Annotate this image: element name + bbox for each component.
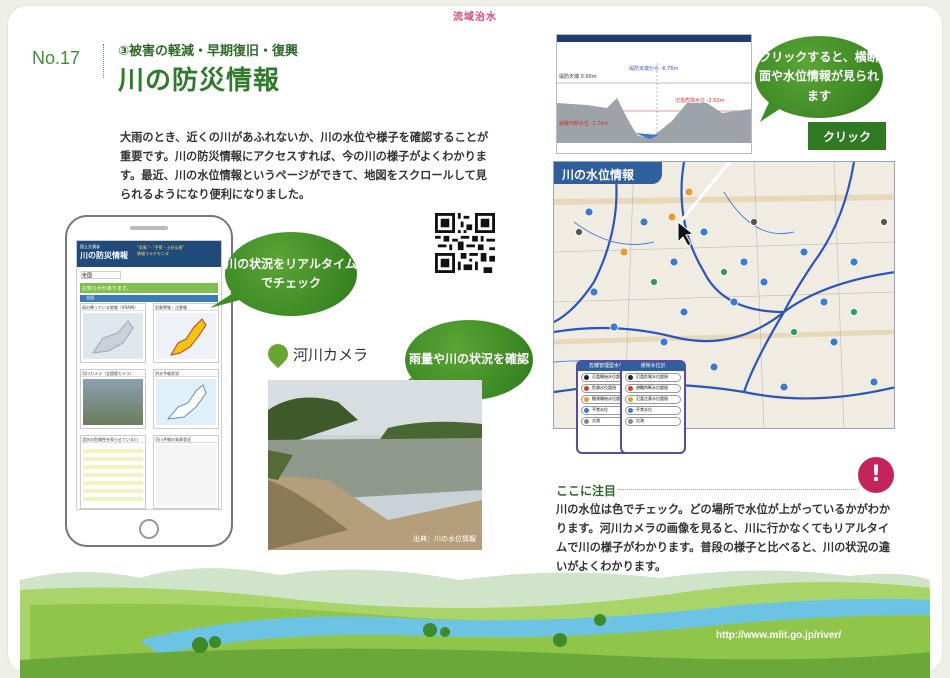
note-divider	[618, 489, 858, 490]
card-list	[156, 445, 216, 505]
card-title: 雨の降っている地域（XRAIN）	[81, 304, 145, 311]
intro-text: 大雨のとき、近くの川があふれないか、川の水位や様子を確認することが重要です。川の…	[120, 131, 489, 201]
bubble-realtime-check: 川の状況をリアルタイムでチェック	[225, 232, 357, 316]
river-camera-photo: 出典：川の水位情報	[268, 380, 482, 550]
qr-code[interactable]	[435, 213, 495, 273]
page-title: 川の防災情報	[118, 66, 281, 96]
photo-credit: 出典：川の水位情報	[413, 535, 476, 543]
card-rain[interactable]: 雨の降っている地域（XRAIN）	[80, 303, 146, 363]
card-title: 洪水予報状況	[154, 370, 218, 377]
region-tab[interactable]: 全国	[80, 295, 218, 302]
landscape-illustration	[20, 568, 930, 678]
card-title: 河川カメラ（全国版カメラ）	[81, 370, 145, 377]
legend-item: 避難判断水位超過	[625, 384, 681, 393]
page-banner: 流域治水	[453, 12, 497, 23]
card-map	[156, 379, 216, 425]
nav-text-2[interactable]: 情報マルチモニタ	[137, 251, 219, 257]
cross-section-screenshot[interactable]: 堤防天端から -6.76m 堤防天端 0.00m 氾濫危険水位 -2.50m 避…	[556, 34, 752, 154]
phone-home-button	[139, 519, 159, 539]
label-right: 氾濫危険水位 -2.50m	[675, 98, 725, 104]
legend-normal-gauge: 通常水位計 氾濫危険水位超過 避難判断水位超過 氾濫注意水位超過 平常水位 欠測	[620, 360, 686, 454]
card-title: 河川予報の発表状況	[154, 436, 218, 443]
label-top: 堤防天端から -6.76m	[629, 66, 679, 72]
phone-screen: 国土交通省 川の防災情報 "気象"・"予警・土砂災害" 情報マルチモニタ 全国 …	[76, 240, 222, 510]
legend-item: 平常水位	[625, 406, 681, 415]
card-river-forecast[interactable]: 河川予報の発表状況	[153, 435, 219, 509]
article-number: No.17	[32, 48, 81, 68]
card-map	[156, 313, 216, 359]
legend-item: 氾濫危険水位超過	[625, 373, 681, 382]
article-subtitle: ③被害の軽減・早期復旧・復興	[118, 44, 299, 59]
card-table	[83, 445, 143, 505]
camera-title: 河川カメラ	[293, 346, 369, 364]
note-title: ここに注目	[556, 484, 617, 498]
notice-bar[interactable]: お知らせがあります。	[80, 283, 218, 293]
card-title: 浸水の危険性を知らせている川	[81, 436, 145, 443]
click-label: クリック	[808, 122, 886, 150]
legend-header: 通常水位計	[622, 362, 684, 371]
footer-url[interactable]: http://www.mlit.go.jp/river/	[716, 630, 841, 641]
card-title: 気象警報・注意報	[154, 304, 218, 311]
card-flood-forecast[interactable]: 洪水予報状況	[153, 369, 219, 429]
map-tag: 川の水位情報	[554, 162, 662, 184]
app-nav[interactable]: "気象"・"予警・土砂災害" 情報マルチモニタ	[137, 245, 219, 257]
screenshot-toolbar	[557, 35, 751, 42]
card-map	[83, 313, 143, 359]
phone-speaker	[130, 226, 168, 230]
card-warning[interactable]: 気象警報・注意報	[153, 303, 219, 363]
card-photo	[83, 379, 143, 425]
label-warn: 避難判断水位 -2.79m	[559, 121, 609, 127]
card-risk-rivers[interactable]: 浸水の危険性を知らせている川	[80, 435, 146, 509]
legend-item: 欠測	[625, 417, 681, 426]
card-camera[interactable]: 河川カメラ（全国版カメラ）	[80, 369, 146, 429]
bubble-click-info: クリックすると、横断面や水位情報が見られます	[755, 36, 883, 118]
exclamation-icon: !	[858, 457, 894, 493]
label-left: 堤防天端 0.00m	[559, 74, 597, 80]
legend-item: 氾濫注意水位超過	[625, 395, 681, 404]
region-select[interactable]: 全国	[81, 271, 121, 279]
